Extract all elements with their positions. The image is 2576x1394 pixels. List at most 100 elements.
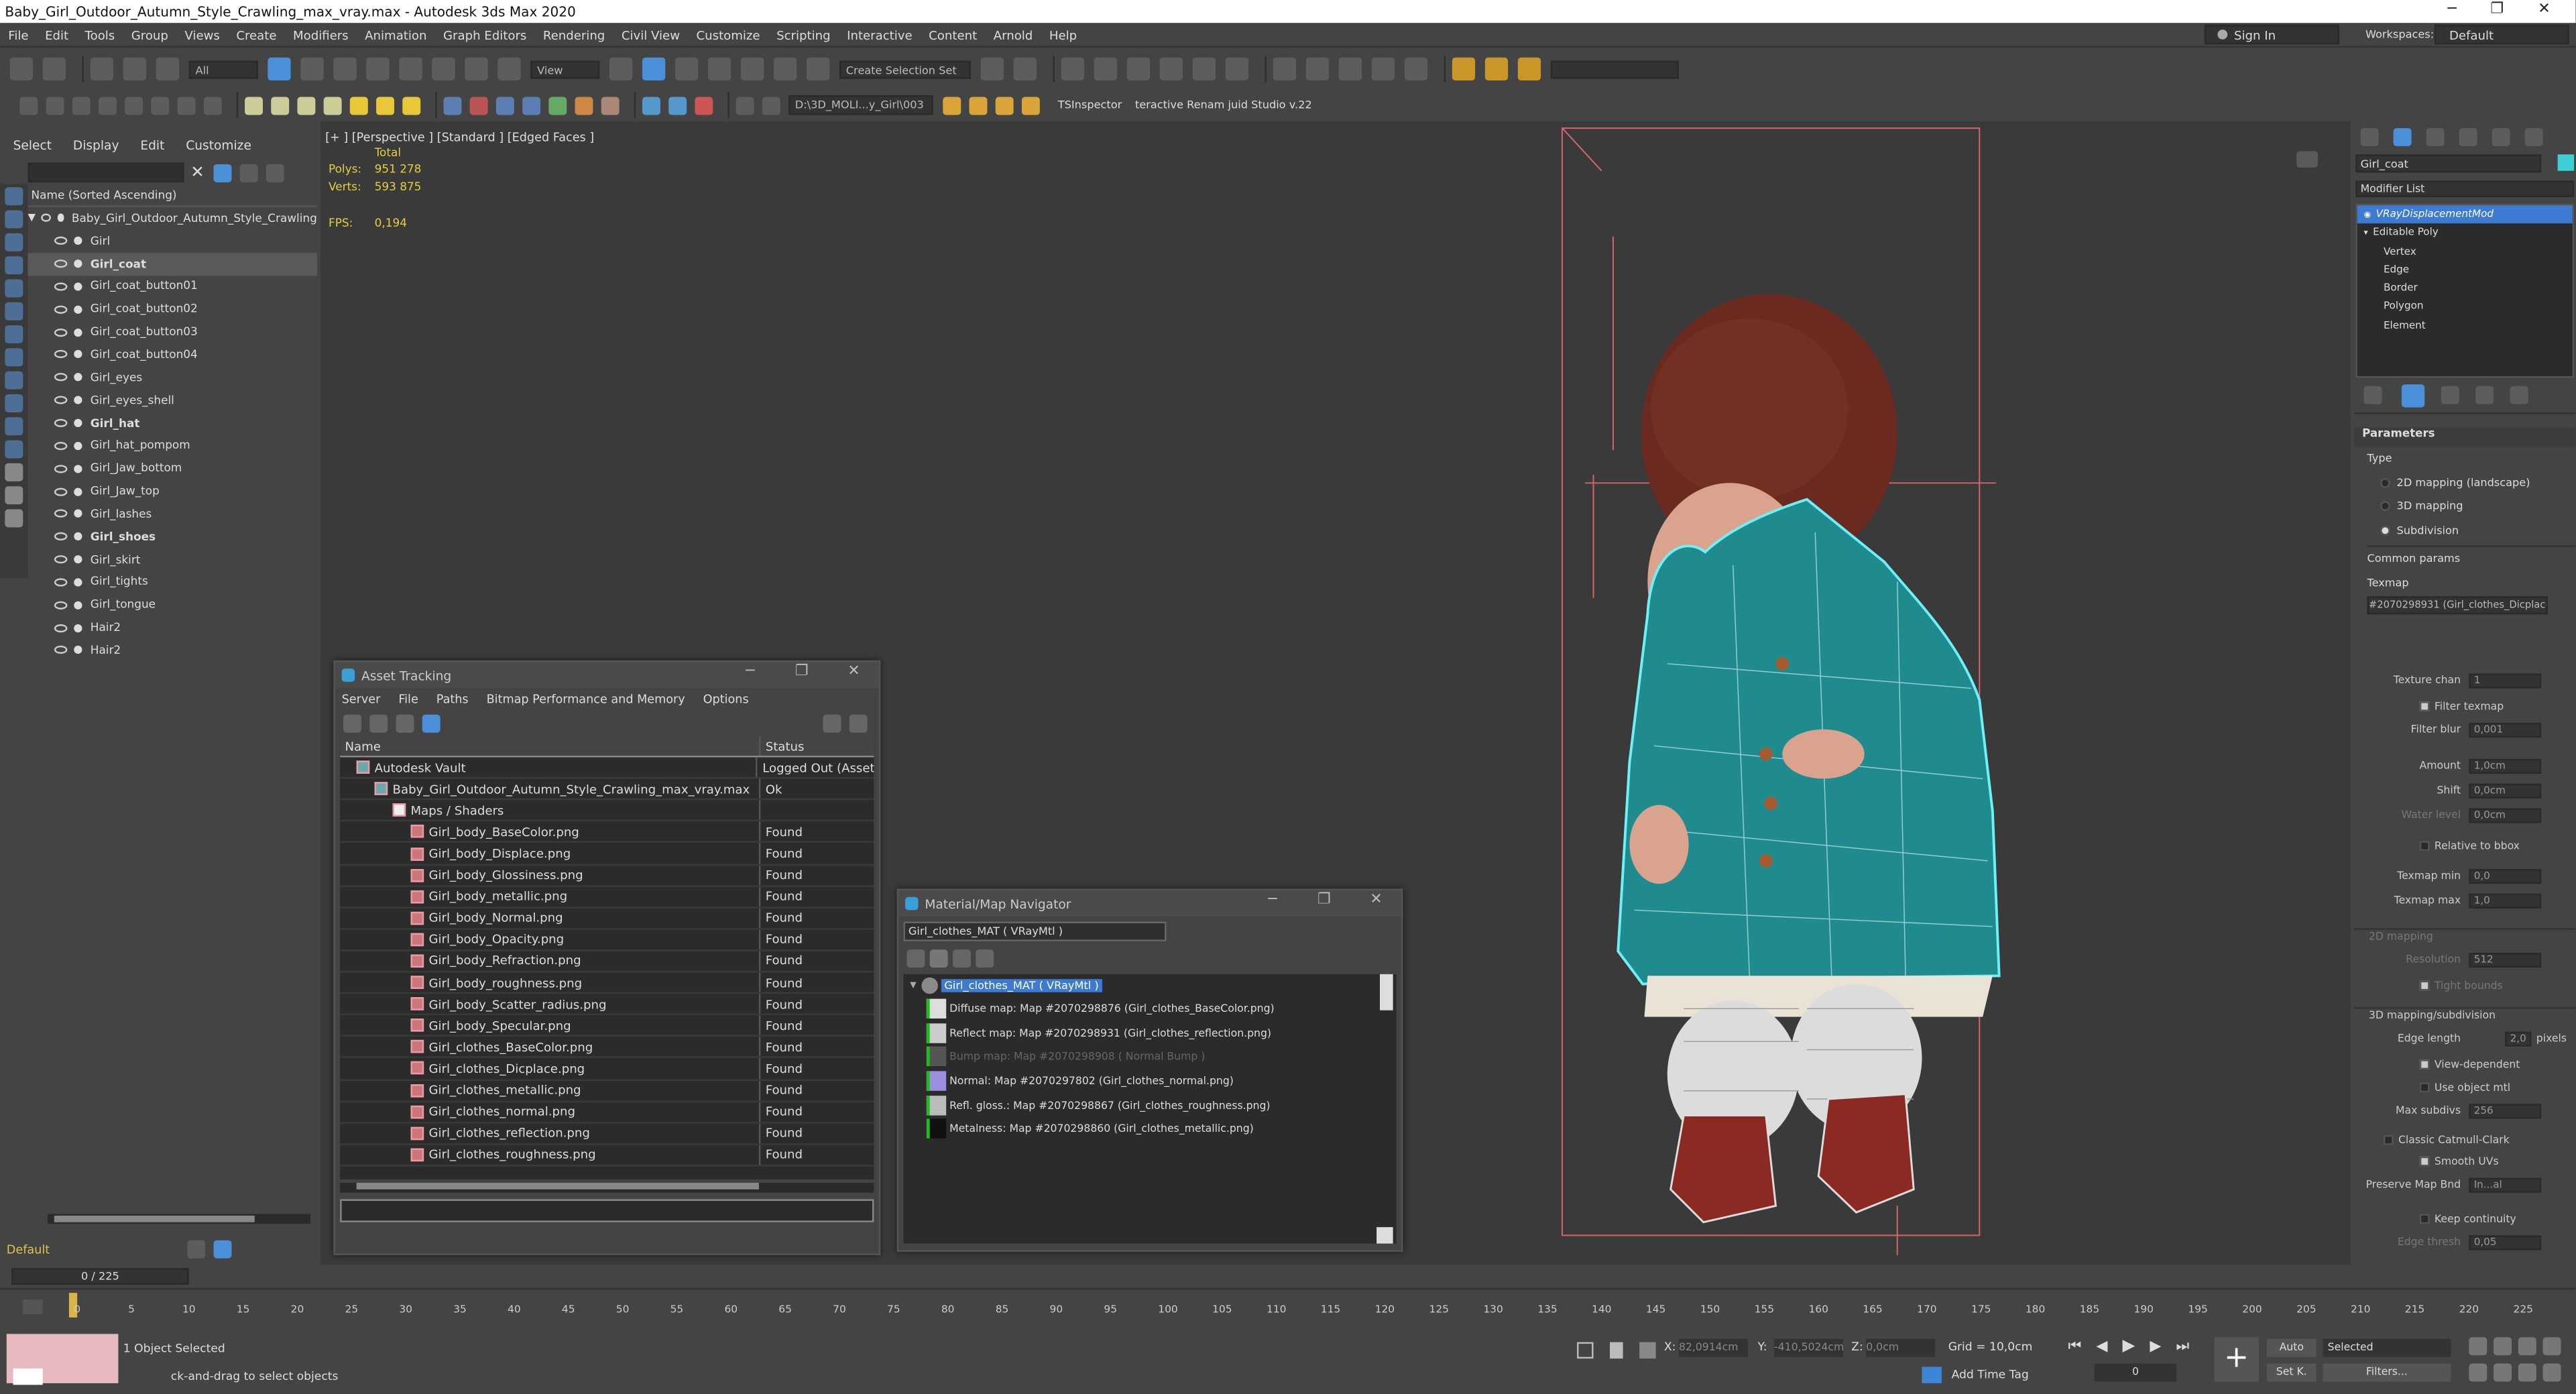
- menu-views[interactable]: Views: [184, 27, 219, 42]
- time-slider[interactable]: 0 / 225: [11, 1268, 189, 1285]
- modifier-list-dropdown[interactable]: Modifier List: [2355, 180, 2575, 197]
- asset-row[interactable]: Girl_clothes_reflection.png Found: [340, 1123, 874, 1145]
- rotate-icon[interactable]: [432, 57, 455, 81]
- help-icon[interactable]: [823, 713, 841, 732]
- freeze-dot-icon[interactable]: [74, 351, 82, 359]
- list-icons-icon[interactable]: [929, 948, 948, 967]
- param-spinner[interactable]: 0,001: [2469, 723, 2542, 738]
- parameters-rollout[interactable]: Parameters: [2353, 427, 2576, 447]
- scene-object-row[interactable]: Girl_skirt: [28, 548, 317, 571]
- asset-row[interactable]: Maps / Shaders: [340, 800, 874, 822]
- rendered-frame-icon[interactable]: [1305, 57, 1330, 81]
- link-icon[interactable]: [90, 57, 114, 81]
- pan-icon[interactable]: [2494, 1363, 2512, 1382]
- tool-icon[interactable]: [72, 96, 91, 115]
- checkbox-icon[interactable]: [2383, 1135, 2394, 1145]
- asset-row[interactable]: Girl_body_Opacity.png Found: [340, 929, 874, 951]
- menu-edit[interactable]: Edit: [45, 27, 68, 42]
- torus-icon[interactable]: [323, 96, 342, 115]
- go-to-start-icon[interactable]: ⏮: [2068, 1338, 2082, 1355]
- arnold-a-icon[interactable]: [1452, 57, 1476, 81]
- edit-named-sets-icon[interactable]: [806, 57, 830, 81]
- folder-icon[interactable]: [969, 96, 988, 115]
- filter-icon[interactable]: [5, 325, 23, 344]
- menu-paths[interactable]: Paths: [436, 691, 469, 706]
- tool-icon[interactable]: [125, 96, 143, 115]
- type-subdivision-radio[interactable]: Subdivision: [2367, 519, 2575, 543]
- set-key-button[interactable]: Set K.: [2267, 1363, 2317, 1382]
- visibility-eye-icon[interactable]: [54, 624, 68, 632]
- tool-icon[interactable]: [695, 96, 713, 115]
- refresh-icon[interactable]: [849, 713, 868, 732]
- collapse-arrow-icon[interactable]: ▼: [910, 981, 916, 991]
- tool-icon[interactable]: [601, 96, 620, 115]
- checkbox-icon[interactable]: [2419, 701, 2430, 711]
- sign-in-dropdown[interactable]: Sign In: [2204, 24, 2339, 45]
- asset-row[interactable]: Girl_clothes_roughness.png Found: [340, 1145, 874, 1167]
- snap-toggle-icon[interactable]: [675, 57, 699, 81]
- auto-key-button[interactable]: Auto: [2267, 1338, 2317, 1357]
- project-path-dropdown[interactable]: D:\3D_MOLI...y_Girl\003: [788, 95, 933, 115]
- layer-explorer-icon[interactable]: [213, 1240, 232, 1259]
- box-icon[interactable]: [245, 96, 263, 115]
- rect-selection-icon[interactable]: [333, 57, 357, 81]
- make-unique-icon[interactable]: [2441, 386, 2459, 404]
- asset-row[interactable]: Girl_body_Refraction.png Found: [340, 951, 874, 973]
- curve-editor-icon[interactable]: [1159, 57, 1183, 81]
- asset-row[interactable]: Autodesk Vault Logged Out (Asset: [340, 757, 874, 779]
- workspace-dropdown[interactable]: Default: [2434, 24, 2569, 45]
- asset-scrollbar[interactable]: [340, 1183, 874, 1193]
- tool-icon[interactable]: [668, 96, 687, 115]
- layer-explorer-icon[interactable]: [1094, 57, 1117, 81]
- modifier-stack-item[interactable]: Edge: [2357, 261, 2573, 280]
- texmap-button[interactable]: #2070298931 (Girl_clothes_Dicplace: [2367, 595, 2548, 614]
- hierarchy-icon[interactable]: [266, 163, 285, 182]
- asset-row[interactable]: Baby_Girl_Outdoor_Autumn_Style_Crawling_…: [340, 778, 874, 801]
- filter-icon[interactable]: [5, 371, 23, 390]
- y-coordinate-field[interactable]: -410,5024cm: [1774, 1338, 1844, 1357]
- cylinder-icon[interactable]: [297, 96, 316, 115]
- show-end-result-icon[interactable]: [2401, 384, 2425, 407]
- object-color-swatch[interactable]: [2557, 154, 2575, 171]
- param-spinner[interactable]: 1,0: [2469, 893, 2542, 909]
- filter-icon[interactable]: [5, 210, 23, 229]
- scene-object-row[interactable]: Girl_lashes: [28, 503, 317, 526]
- selection-filter-dropdown[interactable]: All: [188, 60, 258, 78]
- angle-snap-icon[interactable]: [707, 57, 731, 81]
- select-manipulate-icon[interactable]: [642, 57, 666, 81]
- scene-object-row[interactable]: Girl_hat: [28, 412, 317, 434]
- param-spinner[interactable]: 0,05: [2469, 1235, 2542, 1251]
- visibility-eye-icon[interactable]: [40, 214, 51, 223]
- undo-icon[interactable]: [9, 57, 33, 81]
- render-production-icon[interactable]: [1338, 57, 1362, 81]
- scene-object-row[interactable]: Girl_shoes: [28, 526, 317, 548]
- menu-customize[interactable]: Customize: [697, 27, 760, 42]
- filter-icon[interactable]: [5, 279, 23, 298]
- render-iterative-icon[interactable]: [1371, 57, 1395, 81]
- asset-row[interactable]: Girl_body_Specular.png Found: [340, 1015, 874, 1037]
- menu-create[interactable]: Create: [236, 27, 276, 42]
- next-frame-icon[interactable]: ▶: [2150, 1338, 2161, 1355]
- key-filter-dropdown[interactable]: Selected: [2323, 1338, 2451, 1357]
- lock-icon[interactable]: [240, 163, 259, 182]
- menu-content[interactable]: Content: [929, 27, 977, 42]
- minimize-button[interactable]: ─: [2448, 1, 2457, 18]
- filter-icon[interactable]: [5, 463, 23, 481]
- checkbox-icon[interactable]: [2419, 1214, 2430, 1224]
- tool-icon[interactable]: [99, 96, 117, 115]
- redo-icon[interactable]: [42, 57, 66, 81]
- scene-object-row[interactable]: Girl_tongue: [28, 593, 317, 616]
- pivot-center-icon[interactable]: [609, 57, 633, 81]
- filter-toggle-icon[interactable]: [214, 163, 233, 182]
- visibility-eye-icon[interactable]: [54, 510, 68, 518]
- tab-select[interactable]: Select: [13, 138, 52, 153]
- col-status-header[interactable]: Status: [760, 738, 805, 753]
- checkbox-icon[interactable]: [2419, 1059, 2430, 1069]
- list-view-icon[interactable]: [906, 948, 925, 967]
- param-spinner[interactable]: 2,0: [2505, 1031, 2532, 1047]
- curve-editor-icon[interactable]: [23, 1299, 43, 1314]
- help-icon[interactable]: [762, 96, 780, 115]
- folder-icon[interactable]: [943, 96, 961, 115]
- render-setup-icon[interactable]: [1273, 57, 1297, 81]
- visibility-eye-icon[interactable]: [54, 464, 68, 473]
